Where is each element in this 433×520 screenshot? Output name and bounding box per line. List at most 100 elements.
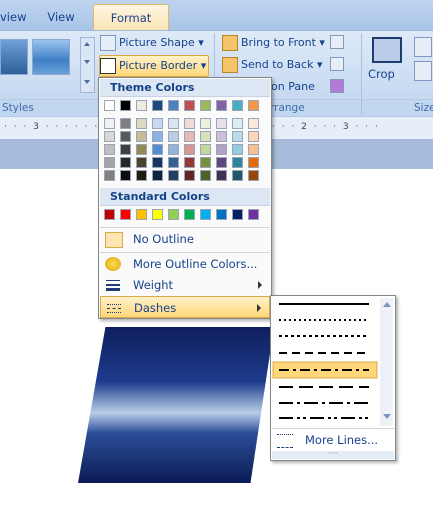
theme-shade-swatch[interactable] [248, 131, 259, 142]
standard-color-swatch[interactable] [232, 209, 243, 220]
theme-color-swatch[interactable] [168, 100, 179, 111]
theme-shade-swatch[interactable] [120, 144, 131, 155]
theme-shade-swatch[interactable] [216, 170, 227, 181]
no-outline-item[interactable]: No Outline [100, 227, 270, 250]
more-outline-colors-item[interactable]: More Outline Colors... [100, 252, 270, 275]
theme-shade-swatch[interactable] [184, 157, 195, 168]
theme-shade-swatch[interactable] [248, 118, 259, 129]
theme-color-swatch[interactable] [104, 100, 115, 111]
resize-grip[interactable]: ···· [272, 450, 394, 459]
theme-shade-swatch[interactable] [200, 118, 211, 129]
theme-color-swatch[interactable] [184, 100, 195, 111]
group-icon[interactable] [330, 57, 348, 73]
standard-color-swatch[interactable] [216, 209, 227, 220]
standard-color-swatch[interactable] [104, 209, 115, 220]
crop-button[interactable]: Crop [366, 35, 408, 93]
theme-shade-swatch[interactable] [184, 118, 195, 129]
theme-color-swatch[interactable] [248, 100, 259, 111]
theme-shade-swatch[interactable] [200, 144, 211, 155]
theme-shade-swatch[interactable] [248, 144, 259, 155]
theme-shade-swatch[interactable] [184, 144, 195, 155]
theme-color-swatch[interactable] [200, 100, 211, 111]
theme-shade-swatch[interactable] [232, 118, 243, 129]
theme-shade-swatch[interactable] [232, 157, 243, 168]
theme-color-swatch[interactable] [136, 100, 147, 111]
theme-shade-swatch[interactable] [216, 157, 227, 168]
theme-color-swatch[interactable] [216, 100, 227, 111]
send-to-back-button[interactable]: Send to Back ▾ [222, 55, 330, 75]
theme-shade-swatch[interactable] [152, 170, 163, 181]
tab-view-partial[interactable]: view [0, 6, 26, 28]
more-lines-item[interactable]: More Lines... [272, 428, 394, 451]
theme-shade-swatch[interactable] [104, 144, 115, 155]
theme-shade-swatch[interactable] [104, 157, 115, 168]
more-icon [84, 80, 90, 84]
style-thumbnail-2[interactable] [32, 39, 70, 75]
theme-shade-swatch[interactable] [232, 170, 243, 181]
standard-color-swatch[interactable] [120, 209, 131, 220]
theme-shade-swatch[interactable] [200, 170, 211, 181]
theme-shade-swatch[interactable] [168, 118, 179, 129]
theme-shade-swatch[interactable] [168, 131, 179, 142]
theme-shade-swatch[interactable] [136, 157, 147, 168]
picture-border-button[interactable]: Picture Border ▾ [99, 55, 209, 77]
theme-shade-swatch[interactable] [216, 118, 227, 129]
theme-shade-swatch[interactable] [200, 157, 211, 168]
standard-color-swatch[interactable] [152, 209, 163, 220]
theme-shade-swatch[interactable] [168, 170, 179, 181]
align-icon[interactable] [330, 35, 348, 51]
theme-shade-swatch[interactable] [152, 157, 163, 168]
scroll-up-icon[interactable] [383, 302, 391, 307]
bring-to-front-button[interactable]: Bring to Front ▾ [222, 33, 330, 53]
theme-shade-swatch[interactable] [120, 170, 131, 181]
theme-shade-swatch[interactable] [168, 157, 179, 168]
theme-shade-swatch[interactable] [136, 170, 147, 181]
theme-shade-swatch[interactable] [120, 131, 131, 142]
theme-shade-swatch[interactable] [200, 131, 211, 142]
height-icon[interactable] [414, 37, 432, 57]
scroll-down-icon[interactable] [383, 414, 391, 419]
theme-shade-swatch[interactable] [104, 118, 115, 129]
standard-color-swatch[interactable] [136, 209, 147, 220]
theme-color-swatch[interactable] [152, 100, 163, 111]
theme-shade-swatch[interactable] [216, 131, 227, 142]
standard-color-swatch[interactable] [168, 209, 179, 220]
theme-shade-swatch[interactable] [216, 144, 227, 155]
theme-shade-swatch[interactable] [120, 157, 131, 168]
theme-shade-swatch[interactable] [184, 131, 195, 142]
theme-shade-swatch[interactable] [232, 144, 243, 155]
style-thumbnail-1[interactable] [0, 39, 28, 75]
rotate-icon[interactable] [330, 79, 348, 95]
theme-shade-swatch[interactable] [248, 157, 259, 168]
theme-shade-swatch[interactable] [184, 170, 195, 181]
dashes-scrollbar[interactable] [380, 298, 393, 426]
dashes-item[interactable]: Dashes [100, 296, 270, 318]
selection-pane-button[interactable]: ion Pane [268, 77, 328, 97]
theme-shade-swatch[interactable] [152, 131, 163, 142]
theme-color-swatch[interactable] [120, 100, 131, 111]
theme-shade-swatch[interactable] [232, 131, 243, 142]
theme-shade-swatch[interactable] [136, 131, 147, 142]
theme-shade-swatch[interactable] [136, 144, 147, 155]
theme-shade-swatch[interactable] [152, 144, 163, 155]
theme-shade-swatch[interactable] [104, 131, 115, 142]
dash-styles-list [272, 303, 378, 419]
selected-picture[interactable] [78, 327, 274, 483]
theme-shade-swatch[interactable] [136, 118, 147, 129]
gallery-scroll[interactable] [80, 37, 95, 93]
standard-color-swatch[interactable] [248, 209, 259, 220]
theme-color-swatch[interactable] [232, 100, 243, 111]
width-icon[interactable] [414, 61, 432, 81]
tab-view[interactable]: View [46, 6, 76, 28]
tab-format[interactable]: Format [93, 4, 169, 31]
standard-color-swatch[interactable] [200, 209, 211, 220]
standard-color-swatch[interactable] [184, 209, 195, 220]
ribbon-tab-bar: view View Format [0, 0, 433, 31]
theme-shade-swatch[interactable] [248, 170, 259, 181]
theme-shade-swatch[interactable] [104, 170, 115, 181]
picture-shape-button[interactable]: Picture Shape ▾ [100, 33, 204, 53]
theme-shade-swatch[interactable] [152, 118, 163, 129]
theme-shade-swatch[interactable] [120, 118, 131, 129]
weight-item[interactable]: Weight [100, 274, 270, 296]
theme-shade-swatch[interactable] [168, 144, 179, 155]
